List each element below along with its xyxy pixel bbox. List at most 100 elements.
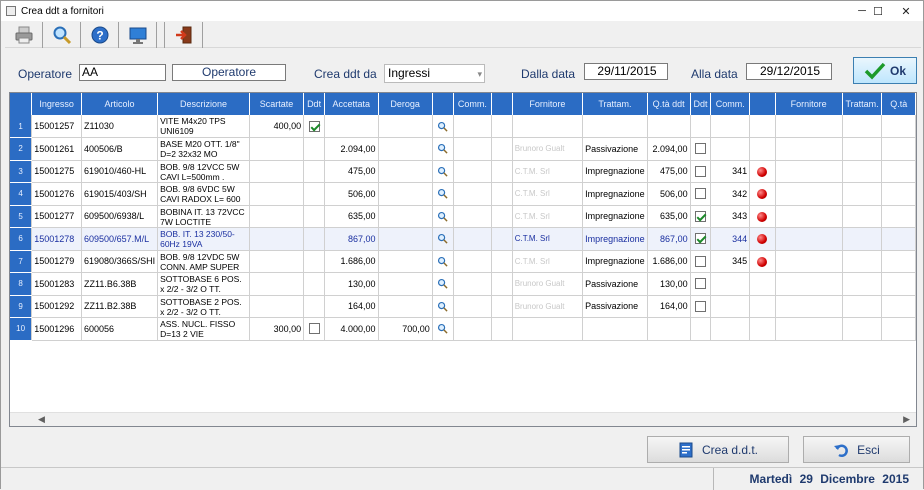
column-header[interactable]: Descrizione xyxy=(157,93,250,115)
scroll-left-icon[interactable]: ◀ xyxy=(38,414,45,425)
ddt2-checkbox[interactable] xyxy=(694,188,706,200)
column-header[interactable] xyxy=(749,93,776,115)
ddt2-checkbox-cell[interactable] xyxy=(690,250,712,273)
table-row[interactable]: 8 15001283 ZZ11.B6.38B SOTTOBASE 6 POS. x 2… xyxy=(10,272,916,296)
accettata-cell[interactable]: 1.686,00 xyxy=(324,250,379,273)
column-header[interactable]: Fornitore xyxy=(512,93,584,115)
deroga-cell[interactable] xyxy=(378,160,433,183)
search-cell[interactable] xyxy=(432,205,454,228)
search-button[interactable] xyxy=(43,22,81,48)
scartate-cell[interactable] xyxy=(249,205,305,228)
operatore-field[interactable]: AA xyxy=(79,64,166,81)
column-header[interactable]: Fornitore xyxy=(775,93,843,115)
column-header[interactable] xyxy=(432,93,454,115)
ddt-checkbox[interactable] xyxy=(308,120,320,132)
deroga-cell[interactable] xyxy=(378,182,433,206)
data-grid[interactable]: Ingresso Articolo Descrizione Scartate Ddt Ac… xyxy=(9,92,917,427)
deroga-cell[interactable] xyxy=(378,137,433,161)
column-header[interactable]: Ddt xyxy=(690,93,712,115)
ddt2-checkbox-cell[interactable] xyxy=(690,160,712,183)
search-cell[interactable] xyxy=(432,160,454,183)
row-number[interactable]: 10 xyxy=(10,317,33,341)
search-cell[interactable] xyxy=(432,295,454,318)
ok-button[interactable]: Ok xyxy=(853,57,917,84)
column-header[interactable]: Comm. xyxy=(710,93,751,115)
column-header[interactable]: Accettata xyxy=(324,93,379,115)
column-header[interactable]: Q.tà xyxy=(881,93,916,115)
ddt2-checkbox-cell[interactable] xyxy=(690,295,712,318)
deroga-cell[interactable] xyxy=(378,227,433,251)
deroga-cell[interactable] xyxy=(378,272,433,296)
table-row[interactable]: 1 15001257 Z11030 VITE M4x20 TPS UNI6109 400… xyxy=(10,115,916,138)
scartate-cell[interactable] xyxy=(249,250,305,273)
ddt-checkbox-cell[interactable] xyxy=(303,272,325,296)
search-cell[interactable] xyxy=(432,137,454,161)
column-header[interactable] xyxy=(491,93,513,115)
deroga-cell[interactable] xyxy=(378,250,433,273)
ddt-checkbox-cell[interactable] xyxy=(303,295,325,318)
ddt-checkbox-cell[interactable] xyxy=(303,182,325,206)
table-row[interactable]: 4 15001276 619015/403/SH BOB. 9/8 6VDC 5W C… xyxy=(10,182,916,206)
search-cell[interactable] xyxy=(432,227,454,251)
scartate-cell[interactable] xyxy=(249,295,305,318)
monitor-button[interactable] xyxy=(119,22,157,48)
row-number[interactable]: 4 xyxy=(10,182,33,206)
alla-data-field[interactable]: 29/12/2015 xyxy=(746,63,832,80)
deroga-cell[interactable] xyxy=(378,295,433,318)
ddt-checkbox-cell[interactable] xyxy=(303,160,325,183)
ddt-checkbox-cell[interactable] xyxy=(303,317,325,341)
scartate-cell[interactable]: 400,00 xyxy=(249,115,305,138)
ddt2-checkbox[interactable] xyxy=(694,210,706,222)
ddt2-checkbox[interactable] xyxy=(694,143,706,155)
table-row[interactable]: 5 15001277 609500/6938/L BOBINA IT. 13 72VC… xyxy=(10,205,916,228)
scartate-cell[interactable] xyxy=(249,160,305,183)
ddt-checkbox-cell[interactable] xyxy=(303,137,325,161)
row-number[interactable]: 7 xyxy=(10,250,33,273)
accettata-cell[interactable]: 475,00 xyxy=(324,160,379,183)
table-row[interactable]: 6 15001278 609500/657.M/L BOB. IT. 13 230/5… xyxy=(10,227,916,251)
esci-button[interactable]: Esci xyxy=(803,436,910,463)
column-header[interactable]: Ingresso xyxy=(31,93,83,115)
table-row[interactable]: 10 15001296 600056 ASS. NUCL. FISSO D=13 2 … xyxy=(10,317,916,341)
scartate-cell[interactable] xyxy=(249,272,305,296)
ddt2-checkbox-cell[interactable] xyxy=(690,272,712,296)
search-cell[interactable] xyxy=(432,250,454,273)
scartate-cell[interactable] xyxy=(249,227,305,251)
ddt-checkbox[interactable] xyxy=(308,323,320,335)
table-row[interactable]: 2 15001261 400506/B BASE M20 OTT. 1/8" D=2 … xyxy=(10,137,916,161)
row-number[interactable]: 6 xyxy=(10,227,33,251)
ddt2-checkbox[interactable] xyxy=(694,165,706,177)
row-number[interactable]: 2 xyxy=(10,137,33,161)
table-row[interactable]: 7 15001279 619080/366S/SHI BOB. 9/8 12VDC 5… xyxy=(10,250,916,273)
ddt-checkbox-cell[interactable] xyxy=(303,250,325,273)
ddt-checkbox-cell[interactable] xyxy=(303,205,325,228)
column-header[interactable]: Q.tà ddt xyxy=(647,93,691,115)
print-button[interactable] xyxy=(5,22,43,48)
close-button[interactable]: ✕ xyxy=(891,1,921,21)
row-number[interactable]: 5 xyxy=(10,205,33,228)
ddt2-checkbox-cell[interactable] xyxy=(690,205,712,228)
accettata-cell[interactable]: 867,00 xyxy=(324,227,379,251)
ddt2-checkbox-cell[interactable] xyxy=(690,115,712,138)
deroga-cell[interactable]: 700,00 xyxy=(378,317,433,341)
column-header[interactable]: Comm. xyxy=(453,93,493,115)
scroll-right-icon[interactable]: ▶ xyxy=(903,414,910,425)
exit-button[interactable] xyxy=(165,22,203,48)
column-header[interactable]: Deroga xyxy=(378,93,433,115)
accettata-cell[interactable]: 2.094,00 xyxy=(324,137,379,161)
ddt2-checkbox[interactable] xyxy=(694,278,706,290)
search-cell[interactable] xyxy=(432,272,454,296)
crea-ddt-select[interactable]: Ingressi ▾ xyxy=(384,64,485,83)
column-header[interactable]: Trattam. xyxy=(842,93,883,115)
row-number[interactable]: 3 xyxy=(10,160,33,183)
search-cell[interactable] xyxy=(432,182,454,206)
accettata-cell[interactable]: 164,00 xyxy=(324,295,379,318)
ddt2-checkbox-cell[interactable] xyxy=(690,227,712,251)
accettata-cell[interactable]: 4.000,00 xyxy=(324,317,379,341)
ddt2-checkbox-cell[interactable] xyxy=(690,317,712,341)
maximize-button[interactable]: ☐ xyxy=(863,1,893,21)
dalla-data-field[interactable]: 29/11/2015 xyxy=(584,63,668,80)
deroga-cell[interactable] xyxy=(378,205,433,228)
column-header[interactable]: Trattam. xyxy=(582,93,648,115)
crea-ddt-button[interactable]: Crea d.d.t. xyxy=(647,436,789,463)
